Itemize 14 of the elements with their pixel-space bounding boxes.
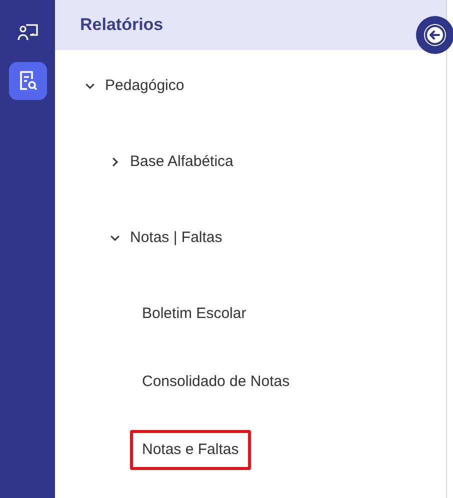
chevron-down-icon — [85, 82, 95, 90]
report-link[interactable]: Consolidado de Notas — [130, 362, 302, 402]
report-link[interactable]: Boletim Escolar — [130, 294, 258, 334]
back-button[interactable] — [416, 16, 453, 54]
tree-group-item[interactable]: Base Alfabética — [110, 150, 234, 174]
chevron-right-icon — [112, 157, 118, 167]
tree-group-item[interactable]: Pedagógico — [85, 74, 184, 98]
person-board-icon — [16, 23, 38, 43]
back-arrow-icon — [422, 22, 448, 48]
panel-title: Relatórios — [80, 14, 164, 36]
chevron-down-icon — [110, 234, 120, 242]
rail-button[interactable] — [8, 62, 46, 100]
tree-group-item[interactable]: Notas | Faltas — [110, 226, 222, 250]
report-link[interactable]: Notas e Faltas — [130, 430, 251, 470]
